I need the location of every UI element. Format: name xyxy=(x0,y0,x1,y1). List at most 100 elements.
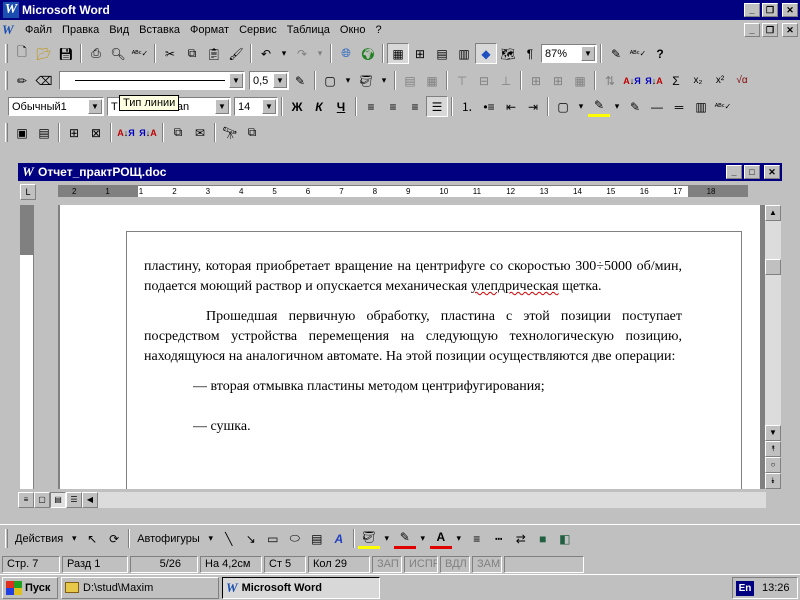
online-view-button[interactable]: ▢ xyxy=(34,492,50,508)
new-document-icon[interactable]: 🗋 xyxy=(11,43,33,64)
undo-dropdown-icon[interactable]: ▾ xyxy=(277,43,291,64)
scroll-up-button[interactable]: ▲ xyxy=(765,205,781,221)
zoom-combo[interactable]: 87% ▼ xyxy=(541,44,597,63)
fill-color-icon[interactable]: 🪣︎ xyxy=(357,528,380,549)
clock[interactable]: 13:26 xyxy=(762,582,790,594)
increase-indent-icon[interactable]: ⇥ xyxy=(522,96,544,117)
chevron-down-icon[interactable]: ▾ xyxy=(610,96,624,117)
subscript-icon[interactable]: x₂ xyxy=(687,70,709,91)
page[interactable]: пластину, которая приобретает вращение н… xyxy=(60,205,760,489)
menu-view[interactable]: Вид xyxy=(104,24,134,36)
chevron-down-icon[interactable]: ▾ xyxy=(341,70,355,91)
select-objects-icon[interactable]: ↖ xyxy=(81,528,103,549)
paste-icon[interactable]: 📋︎ xyxy=(203,43,225,64)
numbering-icon[interactable]: ⒈ xyxy=(456,96,478,117)
sort-descending-icon[interactable]: Я ↓ А xyxy=(643,70,665,91)
doc-window-maximize-button[interactable]: □ xyxy=(744,165,760,179)
sort-za-icon[interactable]: Я ↓ А xyxy=(137,122,159,143)
highlight-icon[interactable]: ✎ xyxy=(588,96,610,117)
cut-icon[interactable]: ✂ xyxy=(159,43,181,64)
autoshapes-menu[interactable]: Автофигуры xyxy=(133,533,204,545)
chevron-down-icon[interactable]: ▾ xyxy=(452,528,466,549)
merge-data-icon[interactable]: ⧉ xyxy=(167,122,189,143)
status-overtype[interactable]: ЗАМ xyxy=(472,555,502,573)
sort-ascending-icon[interactable]: А ↓ Я xyxy=(621,70,643,91)
chevron-down-icon[interactable]: ▾ xyxy=(204,528,218,549)
hyperlink-icon[interactable]: 🌐︎ xyxy=(335,43,357,64)
word-doc-icon[interactable]: W xyxy=(21,165,35,179)
open-folder-icon[interactable]: 📂︎ xyxy=(33,43,55,64)
tables-borders-icon[interactable]: ▦ xyxy=(387,43,409,64)
chevron-down-icon[interactable]: ▼ xyxy=(262,99,276,114)
split-cells-icon[interactable]: ▦ xyxy=(421,70,443,91)
doc-window-minimize-button[interactable]: _ xyxy=(726,165,742,179)
equation-icon[interactable]: √α xyxy=(731,70,753,91)
mail-merge-icon[interactable]: ✉ xyxy=(189,122,211,143)
menu-table[interactable]: Таблица xyxy=(282,24,335,36)
horizontal-ruler[interactable]: 2 1 1 2 3 4 5 6 7 8 9 10 11 12 13 14 15 16 17 18 xyxy=(58,185,748,197)
abc-check-icon[interactable]: ᴬᴮᶜ✓ xyxy=(627,43,649,64)
normal-view-button[interactable]: ≡ xyxy=(18,492,34,508)
autosum-icon[interactable]: Σ xyxy=(665,70,687,91)
align-top-icon[interactable]: ⊤ xyxy=(451,70,473,91)
borders-icon[interactable]: ▢ xyxy=(552,96,574,117)
chevron-down-icon[interactable]: ▼ xyxy=(88,99,102,114)
document-map-icon[interactable]: 🗺︎ xyxy=(497,43,519,64)
start-button[interactable]: Пуск xyxy=(2,576,58,599)
previous-page-button[interactable]: ⯭ xyxy=(765,441,781,457)
status-record[interactable]: ЗАП xyxy=(372,555,402,573)
draw-table-pencil-icon[interactable]: ✏ xyxy=(11,70,33,91)
menu-edit[interactable]: Правка xyxy=(57,24,104,36)
scroll-thumb[interactable] xyxy=(765,259,781,275)
line-style-icon[interactable]: ≡ xyxy=(466,528,488,549)
print-preview-icon[interactable]: 🔍︎ xyxy=(107,43,129,64)
insert-field-icon[interactable]: ⊞ xyxy=(63,122,85,143)
text-box-icon[interactable]: ▤ xyxy=(306,528,328,549)
oval-tool-icon[interactable]: ⬭ xyxy=(284,528,306,549)
line-color-icon[interactable]: ✎ xyxy=(393,528,416,549)
chevron-down-icon[interactable]: ▾ xyxy=(377,70,391,91)
language-indicator[interactable]: En xyxy=(736,580,754,596)
menu-format[interactable]: Формат xyxy=(185,24,234,36)
eraser-icon[interactable]: ⌫ xyxy=(33,70,55,91)
arrow-tool-icon[interactable]: ↘ xyxy=(240,528,262,549)
distribute-rows-icon[interactable]: ⊞ xyxy=(525,70,547,91)
word-app-icon[interactable]: W xyxy=(3,2,19,18)
outside-border-icon[interactable]: ▢ xyxy=(319,70,341,91)
chevron-down-icon[interactable]: ▾ xyxy=(380,528,394,549)
scroll-left-button[interactable]: ◀ xyxy=(82,492,98,508)
3d-icon[interactable]: ◧ xyxy=(554,528,576,549)
bullets-icon[interactable]: •≡ xyxy=(478,96,500,117)
chevron-down-icon[interactable]: ▼ xyxy=(581,46,595,61)
insert-table-icon[interactable]: ⊞ xyxy=(409,43,431,64)
chevron-down-icon[interactable]: ▼ xyxy=(229,73,243,88)
pen-icon[interactable]: ✎ xyxy=(605,43,627,64)
web-toolbar-icon[interactable]: 🌍︎ xyxy=(357,43,379,64)
decrease-indent-icon[interactable]: ⇤ xyxy=(500,96,522,117)
find-record-icon[interactable]: 🔭︎ xyxy=(219,122,241,143)
arrow-style-icon[interactable]: ⇄ xyxy=(510,528,532,549)
distribute-columns-icon[interactable]: ⊞ xyxy=(547,70,569,91)
horizontal-scrollbar[interactable] xyxy=(98,492,766,508)
outline-view-button[interactable]: ☰ xyxy=(66,492,82,508)
taskbar-item-word[interactable]: W Microsoft Word xyxy=(222,576,380,599)
wordart-icon[interactable]: A xyxy=(328,528,350,549)
menu-help[interactable]: ? xyxy=(370,24,386,36)
restore-button[interactable]: ❐ xyxy=(762,3,778,17)
document-titlebar[interactable]: W Отчет_практРОЩ.doc _ □ ✕ xyxy=(18,163,782,181)
document-text[interactable]: пластину, которая приобретает вращение н… xyxy=(144,257,682,457)
status-track-changes[interactable]: ИСПР xyxy=(404,555,438,573)
next-page-button[interactable]: ⯯ xyxy=(765,473,781,489)
form-field-icon[interactable]: ▣ xyxy=(11,122,33,143)
merge-cells-icon[interactable]: ▤ xyxy=(399,70,421,91)
taskbar-item-explorer[interactable]: D:\stud\Maxim xyxy=(61,576,219,599)
drawing-icon[interactable]: ◆ xyxy=(475,43,497,64)
delete-field-icon[interactable]: ⊠ xyxy=(85,122,107,143)
underline-button[interactable]: Ч xyxy=(330,96,352,117)
free-rotate-icon[interactable]: ⟳ xyxy=(103,528,125,549)
line-icon[interactable]: — xyxy=(646,96,668,117)
double-line-icon[interactable]: ═ xyxy=(668,96,690,117)
print-icon[interactable]: ⎙ xyxy=(85,43,107,64)
chevron-down-icon[interactable]: ▾ xyxy=(416,528,430,549)
doc-window-close-button[interactable]: ✕ xyxy=(764,165,780,179)
